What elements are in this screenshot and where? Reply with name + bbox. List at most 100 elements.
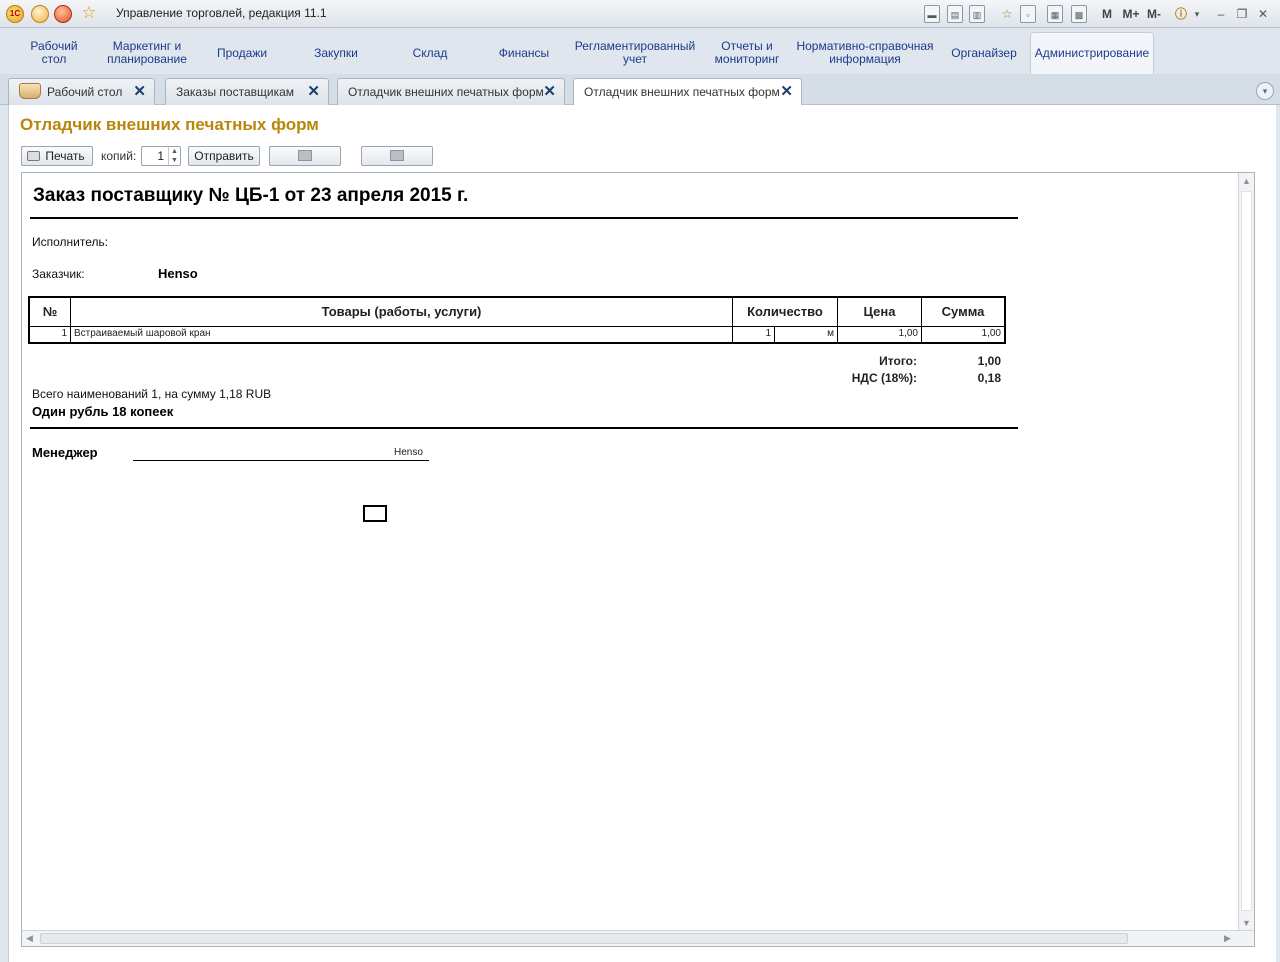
stop-icon[interactable] <box>54 5 72 23</box>
row-number: 1 <box>30 327 71 342</box>
column-header-number: № <box>30 298 71 326</box>
tab-label: Отладчик внешних печатных форм <box>348 85 544 99</box>
executor-label: Исполнитель: <box>32 235 109 249</box>
section-warehouse[interactable]: Склад <box>386 32 474 74</box>
row-price: 1,00 <box>838 327 922 342</box>
section-reference-info[interactable]: Нормативно-справочная информация <box>796 32 934 74</box>
column-header-quantity: Количество <box>733 298 838 326</box>
section-desktop[interactable]: Рабочий стол <box>8 32 100 74</box>
active-cell-marker[interactable] <box>363 505 387 522</box>
table-row: 1 Встраиваемый шаровой кран 1 м 1,00 1,0… <box>30 327 1004 342</box>
row-sum: 1,00 <box>981 328 1001 339</box>
customer-value: Hensо <box>158 266 198 281</box>
window-title: Управление торговлей, редакция 11.1 <box>116 6 327 20</box>
section-administration[interactable]: Администрирование <box>1030 32 1154 74</box>
memory-m-button[interactable]: M <box>1099 5 1115 23</box>
close-icon[interactable]: ✕ <box>780 79 793 105</box>
section-reports[interactable]: Отчеты и мониторинг <box>704 32 790 74</box>
save-icon[interactable]: ▬ <box>924 5 940 23</box>
favorites-star-icon[interactable]: ☆ <box>80 4 98 23</box>
vat-label: НДС (18%): <box>851 371 917 385</box>
calculator-icon[interactable]: ▦ <box>1047 5 1063 23</box>
row-unit: м <box>775 327 838 342</box>
horizontal-scrollbar[interactable]: ◀ ▶ <box>22 930 1254 946</box>
sections-panel: Рабочий стол Маркетинг и планирование Пр… <box>8 32 1276 74</box>
send-button[interactable]: Отправить <box>188 146 260 166</box>
manager-value: Hensо <box>394 447 423 458</box>
tab-supplier-orders[interactable]: Заказы поставщикам ✕ <box>165 78 329 105</box>
document-title: Заказ поставщику № ЦБ-1 от 23 апреля 201… <box>33 185 469 206</box>
tab-desktop[interactable]: Рабочий стол ✕ <box>8 78 155 105</box>
minimize-icon[interactable]: – <box>1214 5 1228 23</box>
copies-stepper[interactable]: ▲ ▼ <box>168 147 180 165</box>
scroll-right-icon[interactable]: ▶ <box>1224 933 1231 944</box>
print-button-label: Печать <box>45 149 85 163</box>
summary-line: Всего наименований 1, на сумму 1,18 RUB <box>32 387 272 401</box>
scroll-up-icon[interactable]: ▲ <box>1242 176 1251 186</box>
settings-icon <box>390 150 404 161</box>
section-purchases[interactable]: Закупки <box>292 32 380 74</box>
tab-print-debugger-1[interactable]: Отладчик внешних печатных форм ✕ <box>337 78 565 105</box>
tab-label: Заказы поставщикам <box>176 85 295 99</box>
spreadsheet-document[interactable]: Заказ поставщику № ЦБ-1 от 23 апреля 201… <box>21 172 1255 947</box>
scroll-down-icon[interactable]: ▼ <box>1242 918 1251 928</box>
save-icon <box>298 150 312 161</box>
divider <box>30 427 1018 429</box>
amount-in-words: Один рубль 18 копеек <box>32 404 174 419</box>
copies-value: 1 <box>157 149 164 163</box>
app-logo-icon[interactable]: 1С <box>6 5 24 23</box>
window-title-bar: 1С ☆ Управление торговлей, редакция 11.1… <box>0 0 1280 28</box>
form-content: Отладчик внешних печатных форм Печать ко… <box>8 105 1276 962</box>
manager-signature-line <box>133 460 429 461</box>
calendar-icon[interactable]: ▩ <box>1071 5 1087 23</box>
table-header: № Товары (работы, услуги) Количество Цен… <box>30 298 1004 327</box>
settings-button[interactable] <box>361 146 433 166</box>
memory-plus-button[interactable]: M+ <box>1120 5 1142 23</box>
save-to-file-button[interactable] <box>269 146 341 166</box>
vertical-scroll-thumb[interactable] <box>1241 191 1252 911</box>
desktop-icon <box>19 83 41 99</box>
items-table: № Товары (работы, услуги) Количество Цен… <box>28 296 1006 344</box>
add-favorite-icon[interactable]: ☆ <box>998 5 1016 23</box>
column-header-sum: Сумма <box>941 304 985 319</box>
tab-print-debugger-2[interactable]: Отладчик внешних печатных форм ✕ <box>573 78 802 106</box>
vat-value: 0,18 <box>977 371 1001 385</box>
row-quantity: 1 <box>733 327 775 342</box>
section-organizer[interactable]: Органайзер <box>942 32 1026 74</box>
section-sales[interactable]: Продажи <box>198 32 286 74</box>
close-icon[interactable]: ✕ <box>307 79 320 105</box>
page-title: Отладчик внешних печатных форм <box>20 115 319 134</box>
close-icon[interactable]: ✕ <box>543 79 556 105</box>
tabs-menu-chevron-icon[interactable]: ▾ <box>1256 82 1274 100</box>
column-header-goods: Товары (работы, услуги) <box>71 298 733 326</box>
total-label: Итого: <box>879 354 917 368</box>
copies-input[interactable]: 1 ▲ ▼ <box>141 146 181 166</box>
section-regulated-accounting[interactable]: Регламентированный учет <box>574 32 696 74</box>
manager-label: Менеджер <box>32 445 98 460</box>
print-icon[interactable]: ▤ <box>947 5 963 23</box>
customer-label: Заказчик: <box>32 267 85 281</box>
history-icon[interactable]: ▫ <box>1020 5 1036 23</box>
close-icon[interactable]: ✕ <box>133 79 146 105</box>
tab-label: Рабочий стол <box>47 85 123 99</box>
printer-icon <box>27 151 40 161</box>
restore-icon[interactable]: ❐ <box>1235 5 1249 23</box>
print-button[interactable]: Печать <box>21 146 93 166</box>
memory-minus-button[interactable]: M- <box>1144 5 1164 23</box>
scroll-left-icon[interactable]: ◀ <box>26 933 33 944</box>
tab-label: Отладчик внешних печатных форм <box>584 85 780 99</box>
copies-label: копий: <box>101 149 137 163</box>
preview-icon[interactable]: ▥ <box>969 5 985 23</box>
horizontal-scroll-thumb[interactable] <box>40 933 1128 944</box>
section-marketing[interactable]: Маркетинг и планирование <box>100 32 194 74</box>
main-menu-button[interactable] <box>31 5 49 23</box>
info-icon[interactable]: ⓘ <box>1172 5 1190 23</box>
section-finance[interactable]: Финансы <box>480 32 568 74</box>
close-icon[interactable]: ✕ <box>1256 5 1270 23</box>
divider <box>30 217 1018 219</box>
total-value: 1,00 <box>977 354 1001 368</box>
row-goods-name: Встраиваемый шаровой кран <box>71 327 733 342</box>
chevron-down-icon[interactable]: ▾ <box>1192 5 1202 23</box>
vertical-scrollbar[interactable]: ▲ ▼ <box>1238 173 1254 931</box>
column-header-price: Цена <box>838 298 922 326</box>
